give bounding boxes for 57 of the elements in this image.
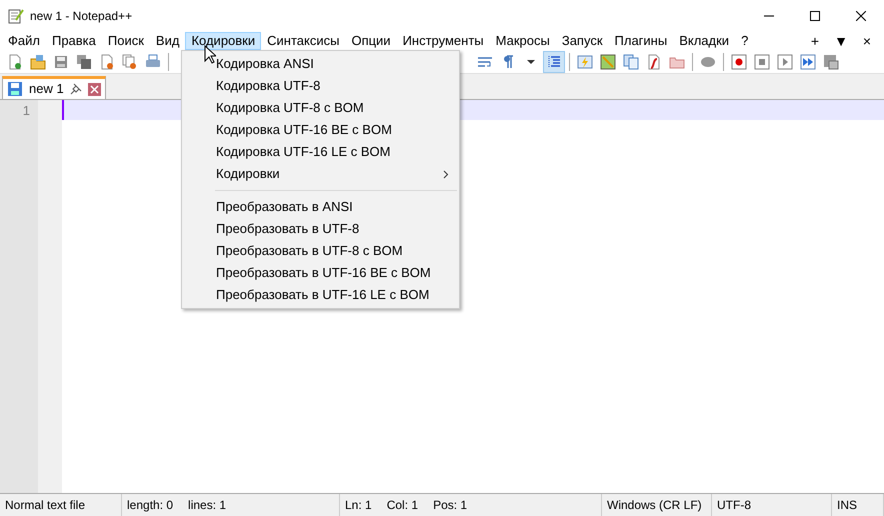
menu-entry-label: Преобразовать в UTF-8 — [216, 220, 360, 238]
menu-item[interactable]: Запуск — [556, 32, 609, 50]
menu-entry[interactable]: Кодировка UTF-8 — [182, 75, 459, 97]
menu-entry[interactable]: Кодировка UTF-16 BE с BOM — [182, 119, 459, 141]
menu-item[interactable]: Плагины — [608, 32, 674, 50]
menu-entry[interactable]: Преобразовать в ANSI — [182, 196, 459, 218]
window-control-button[interactable]: + — [802, 30, 828, 52]
menu-entry-label: Кодировка UTF-8 с BOM — [216, 99, 364, 118]
menu-entry-label: Кодировка UTF-16 BE с BOM — [216, 121, 392, 140]
menu-entry-label: Преобразовать в ANSI — [216, 198, 353, 216]
menu-entry-label: Преобразовать в UTF-16 LE с BOM — [216, 286, 430, 304]
menu-entry[interactable]: Преобразовать в UTF-16 BE с BOM — [182, 262, 459, 284]
status-text: length: 0 — [127, 497, 174, 514]
menu-item[interactable]: Кодировки — [185, 32, 262, 50]
window-control-button[interactable]: ▼ — [828, 30, 854, 52]
menu-item[interactable]: Синтаксисы — [261, 32, 346, 50]
menu-item[interactable]: Инструменты — [396, 32, 490, 50]
menu-entry[interactable]: Кодировка ANSI — [182, 53, 459, 75]
menu-item[interactable]: Опции — [345, 32, 397, 50]
status-text: Normal text file — [5, 497, 86, 514]
status-text: Pos: 1 — [433, 497, 468, 514]
menu-entry-label: Кодировка UTF-8 — [216, 77, 320, 96]
status-text: Windows (CR LF) — [607, 497, 702, 514]
menu-entry[interactable]: Кодировки — [182, 163, 459, 185]
menu-entry-label: Кодировки — [216, 165, 280, 184]
menu-item[interactable]: Файл — [2, 32, 46, 50]
menu-entry-label: Кодировка UTF-16 LE с BOM — [216, 143, 390, 162]
status-text: Col: 1 — [386, 497, 418, 514]
indent-guide-icon[interactable] — [543, 50, 565, 72]
pin-icon[interactable] — [70, 83, 82, 95]
save-icon — [7, 81, 23, 97]
menu-item[interactable]: Вид — [150, 32, 186, 50]
menu-entry-label: Преобразовать в UTF-8 с BOM — [216, 242, 403, 260]
status-text: Ln: 1 — [345, 497, 372, 514]
menu-item[interactable]: Вкладки — [673, 32, 736, 50]
status-text: UTF-8 — [717, 497, 751, 514]
menu-entry-label: Кодировка ANSI — [216, 55, 314, 74]
menu-item[interactable]: ? — [735, 32, 754, 50]
close-tab-icon[interactable] — [88, 82, 101, 96]
menu-entry[interactable]: Преобразовать в UTF-8 — [182, 218, 459, 240]
file-tab[interactable]: new 1 — [2, 76, 106, 99]
menu-entry[interactable]: Преобразовать в UTF-8 с BOM — [182, 240, 459, 262]
menu-item[interactable]: Макросы — [490, 32, 556, 50]
window-control-button[interactable]: × — [854, 30, 880, 52]
status-text: INS — [837, 497, 858, 514]
menu-entry-label: Преобразовать в UTF-16 BE с BOM — [216, 264, 431, 282]
menu-entry[interactable]: Преобразовать в UTF-16 LE с BOM — [182, 284, 459, 306]
menu-entry[interactable]: Кодировка UTF-8 с BOM — [182, 97, 459, 119]
menu-entry[interactable]: Кодировка UTF-16 LE с BOM — [182, 141, 459, 163]
tab-label: new 1 — [29, 80, 64, 98]
menu-item[interactable]: Правка — [46, 32, 102, 50]
menu-item[interactable]: Поиск — [102, 32, 150, 50]
notepad-icon — [8, 8, 24, 24]
chevron-right-icon — [443, 170, 449, 178]
window-title: new 1 - Notepad++ — [30, 8, 132, 25]
status-text: lines: 1 — [188, 497, 226, 514]
line-number: 1 — [22, 103, 30, 119]
